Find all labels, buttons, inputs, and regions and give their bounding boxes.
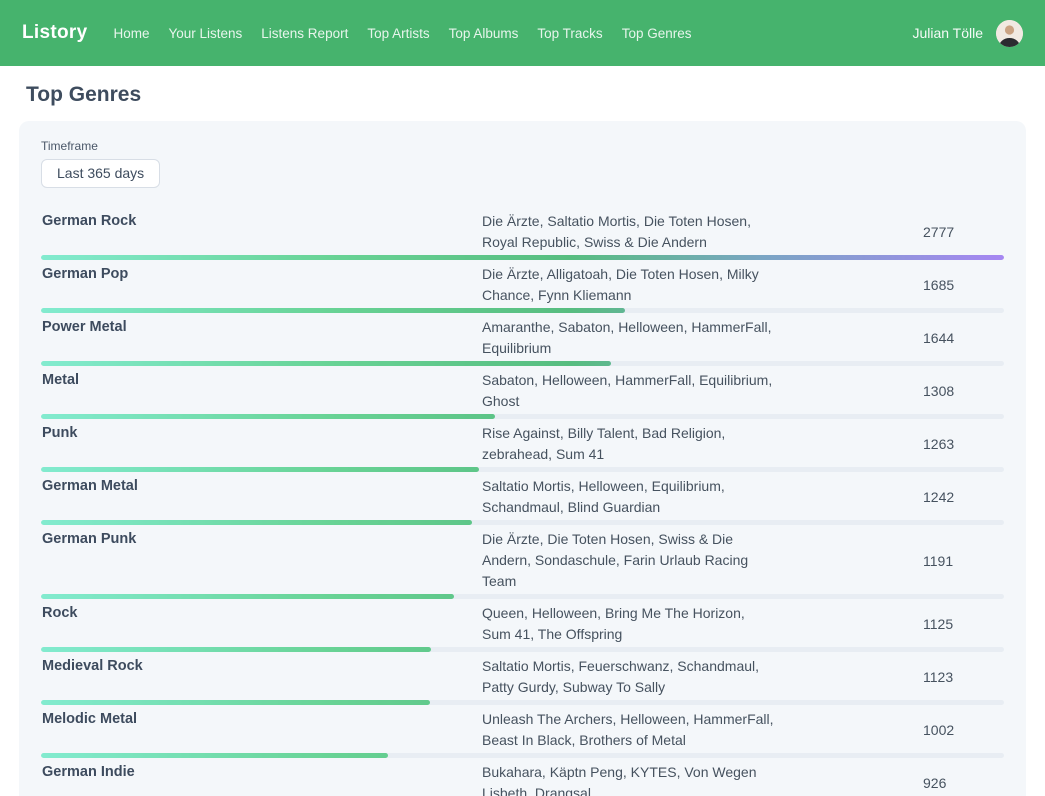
genre-row: German Rock Die Ärzte, Saltatio Mortis, … xyxy=(41,207,1004,260)
timeframe-filter: Timeframe Last 365 days xyxy=(41,139,1004,188)
genre-name: Medieval Rock xyxy=(41,656,482,698)
genre-name: Melodic Metal xyxy=(41,709,482,751)
genre-row: Metal Sabaton, Helloween, HammerFall, Eq… xyxy=(41,366,1004,419)
genre-row: German Metal Saltatio Mortis, Helloween,… xyxy=(41,472,1004,525)
nav-link-top-genres[interactable]: Top Genres xyxy=(622,26,692,41)
genre-count: 1191 xyxy=(774,553,1004,569)
genre-bar-track xyxy=(41,753,1004,758)
genre-artists: Unleash The Archers, Helloween, HammerFa… xyxy=(482,709,774,751)
genre-row: German Indie Bukahara, Käptn Peng, KYTES… xyxy=(41,758,1004,796)
top-nav: Listory Home Your Listens Listens Report… xyxy=(0,0,1045,66)
genre-bar xyxy=(41,594,454,599)
genre-count: 1685 xyxy=(774,277,1004,293)
nav-links: Home Your Listens Listens Report Top Art… xyxy=(113,26,912,41)
genre-name: Rock xyxy=(41,603,482,645)
genre-bar-track xyxy=(41,255,1004,260)
genre-bar xyxy=(41,255,1004,260)
genre-artists: Rise Against, Billy Talent, Bad Religion… xyxy=(482,423,774,465)
nav-link-top-tracks[interactable]: Top Tracks xyxy=(537,26,602,41)
genre-bar-track xyxy=(41,467,1004,472)
genre-count: 1308 xyxy=(774,383,1004,399)
genres-table: German Rock Die Ärzte, Saltatio Mortis, … xyxy=(41,207,1004,796)
timeframe-label: Timeframe xyxy=(41,139,1004,153)
genre-row: German Pop Die Ärzte, Alligatoah, Die To… xyxy=(41,260,1004,313)
genre-bar-track xyxy=(41,414,1004,419)
nav-link-top-artists[interactable]: Top Artists xyxy=(367,26,429,41)
genre-bar-track xyxy=(41,361,1004,366)
genre-bar-track xyxy=(41,700,1004,705)
genre-bar xyxy=(41,700,430,705)
genre-artists: Die Ärzte, Saltatio Mortis, Die Toten Ho… xyxy=(482,211,774,253)
genre-count: 926 xyxy=(774,775,1004,791)
nav-link-listens-report[interactable]: Listens Report xyxy=(261,26,348,41)
genre-count: 1263 xyxy=(774,436,1004,452)
genre-artists: Sabaton, Helloween, HammerFall, Equilibr… xyxy=(482,370,774,412)
nav-link-top-albums[interactable]: Top Albums xyxy=(449,26,519,41)
genre-row: Power Metal Amaranthe, Sabaton, Hellowee… xyxy=(41,313,1004,366)
genre-bar-track xyxy=(41,647,1004,652)
genre-name: Punk xyxy=(41,423,482,465)
genres-card: Timeframe Last 365 days German Rock Die … xyxy=(19,121,1026,796)
genre-artists: Die Ärzte, Die Toten Hosen, Swiss & Die … xyxy=(482,529,774,592)
user-avatar[interactable] xyxy=(996,20,1023,47)
genre-count: 1123 xyxy=(774,669,1004,685)
genre-bar xyxy=(41,361,611,366)
genre-artists: Amaranthe, Sabaton, Helloween, HammerFal… xyxy=(482,317,774,359)
genre-count: 1242 xyxy=(774,489,1004,505)
genre-bar-track xyxy=(41,308,1004,313)
genre-bar xyxy=(41,467,479,472)
user-avatar-image xyxy=(996,20,1023,47)
genre-bar xyxy=(41,308,625,313)
genre-bar xyxy=(41,520,472,525)
genre-count: 1002 xyxy=(774,722,1004,738)
genre-row: Punk Rise Against, Billy Talent, Bad Rel… xyxy=(41,419,1004,472)
main-content: Top Genres Timeframe Last 365 days Germa… xyxy=(0,66,1045,796)
genre-name: Power Metal xyxy=(41,317,482,359)
page-title: Top Genres xyxy=(26,83,1026,107)
genre-row: German Punk Die Ärzte, Die Toten Hosen, … xyxy=(41,525,1004,599)
timeframe-select[interactable]: Last 365 days xyxy=(41,159,160,188)
genre-bar xyxy=(41,753,388,758)
genre-bar xyxy=(41,647,431,652)
nav-user[interactable]: Julian Tölle xyxy=(912,20,1023,47)
genre-count: 2777 xyxy=(774,224,1004,240)
genre-name: German Pop xyxy=(41,264,482,306)
genre-row: Medieval Rock Saltatio Mortis, Feuerschw… xyxy=(41,652,1004,705)
genre-artists: Die Ärzte, Alligatoah, Die Toten Hosen, … xyxy=(482,264,774,306)
genre-row: Rock Queen, Helloween, Bring Me The Hori… xyxy=(41,599,1004,652)
nav-link-home[interactable]: Home xyxy=(113,26,149,41)
genre-count: 1125 xyxy=(774,616,1004,632)
genre-artists: Saltatio Mortis, Helloween, Equilibrium,… xyxy=(482,476,774,518)
genre-count: 1644 xyxy=(774,330,1004,346)
genre-bar-track xyxy=(41,520,1004,525)
genre-bar-track xyxy=(41,594,1004,599)
genre-name: German Indie xyxy=(41,762,482,796)
genre-name: Metal xyxy=(41,370,482,412)
genre-name: German Rock xyxy=(41,211,482,253)
genre-artists: Bukahara, Käptn Peng, KYTES, Von Wegen L… xyxy=(482,762,774,796)
genre-artists: Saltatio Mortis, Feuerschwanz, Schandmau… xyxy=(482,656,774,698)
genre-name: German Metal xyxy=(41,476,482,518)
nav-link-your-listens[interactable]: Your Listens xyxy=(168,26,242,41)
brand-logo[interactable]: Listory xyxy=(22,22,87,44)
user-name: Julian Tölle xyxy=(912,25,983,41)
genre-row: Melodic Metal Unleash The Archers, Hello… xyxy=(41,705,1004,758)
genre-name: German Punk xyxy=(41,529,482,592)
genre-artists: Queen, Helloween, Bring Me The Horizon, … xyxy=(482,603,774,645)
genre-bar xyxy=(41,414,495,419)
